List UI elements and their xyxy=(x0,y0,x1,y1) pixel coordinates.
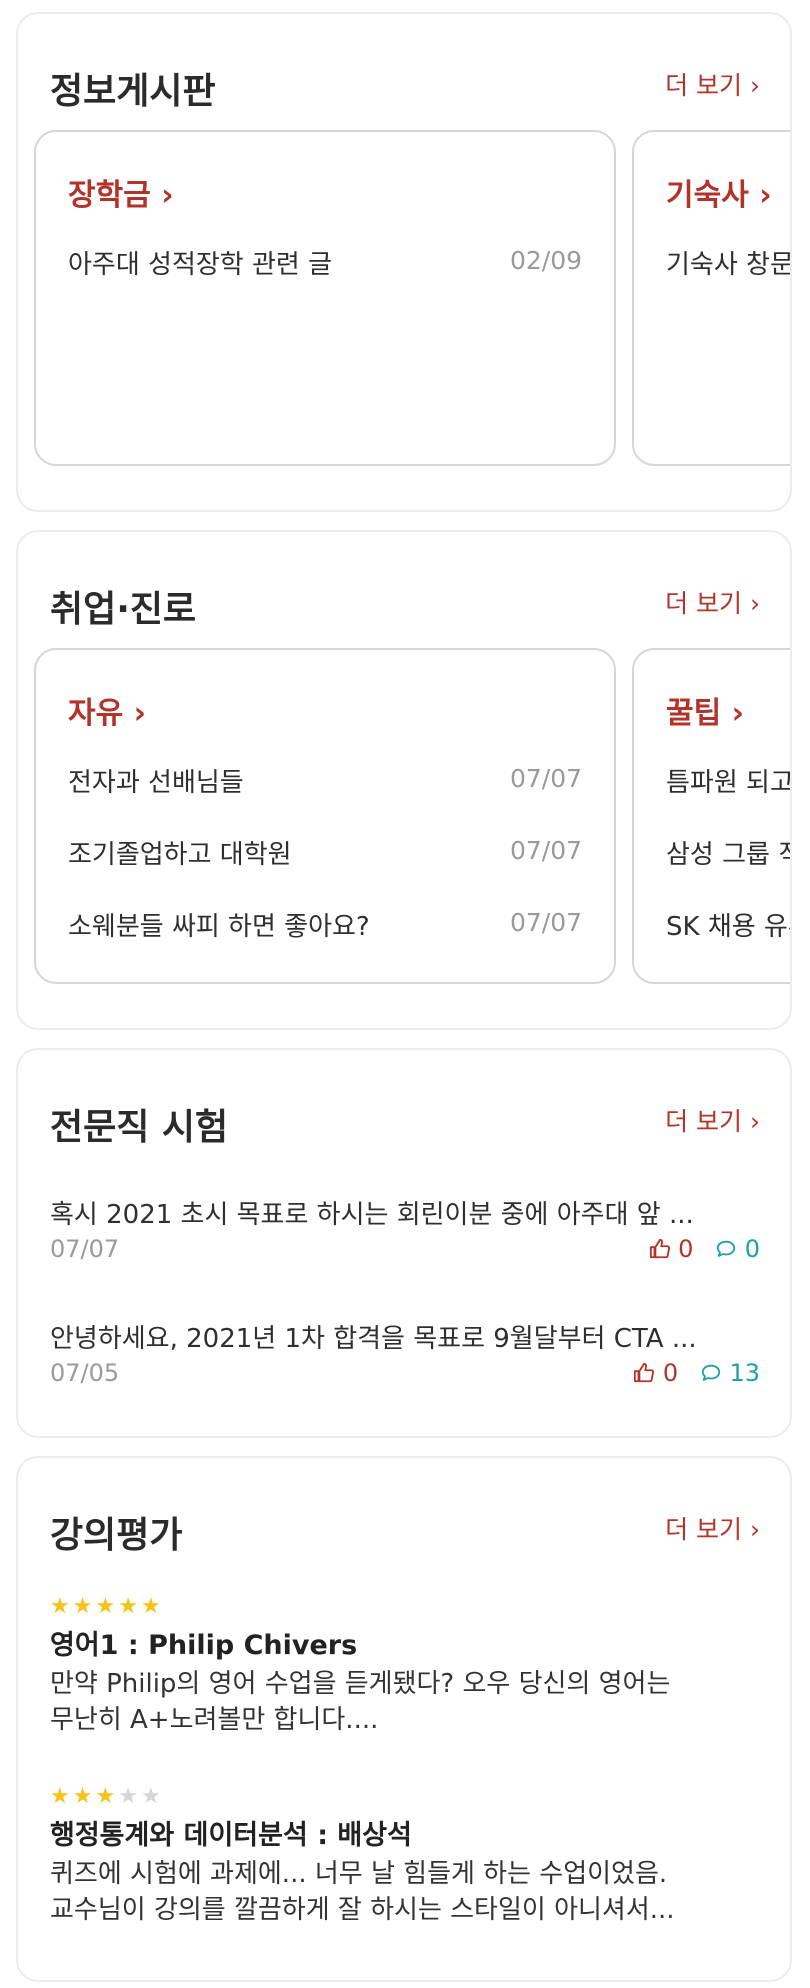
review-line: 퀴즈에 시험에 과제에... 너무 날 힘들게 하는 수업이었음. xyxy=(50,1859,668,1889)
star-icon: ★ xyxy=(50,1784,73,1809)
star-icon: ★ xyxy=(118,1784,141,1809)
professional-exam-section: 전문직 시험 더 보기 › 혹시 2021 초시 목표로 하시는 회린이분 중에… xyxy=(16,1048,792,1438)
review-body: 퀴즈에 시험에 과제에... 너무 날 힘들게 하는 수업이었음. 교수님이 강… xyxy=(50,1856,760,1928)
star-rating: ★★★★★ xyxy=(50,1594,760,1619)
post-date: 07/07 xyxy=(509,908,582,937)
thumbs-up-icon xyxy=(634,1362,655,1383)
star-icon: ★ xyxy=(72,1594,96,1619)
star-icon: ★ xyxy=(95,1784,119,1809)
card-title-dormitory[interactable]: 기숙사 › xyxy=(666,170,772,214)
comment-count-value: 0 xyxy=(744,1235,760,1263)
comment-icon xyxy=(716,1240,736,1257)
post-title: 조기졸업하고 대학원 xyxy=(68,840,292,870)
comment-icon xyxy=(701,1364,720,1381)
list-item[interactable]: 안녕하세요, 2021년 1차 합격을 목표로 9월달부터 CTA ... 07… xyxy=(50,1318,760,1393)
post-title: 아주대 성적장학 관련 글 xyxy=(68,250,332,280)
post-title: 안녕하세요, 2021년 1차 합격을 목표로 9월달부터 CTA ... xyxy=(50,1324,697,1354)
comment-count-value: 13 xyxy=(729,1359,760,1387)
career-section: 취업·진로 더 보기 › 자유 › 전자과 선배님들 07/07 조기졸업하고 … xyxy=(16,530,792,1030)
like-count-value: 0 xyxy=(662,1359,679,1387)
review-title: 영어1 : Philip Chivers xyxy=(50,1630,358,1661)
post-meta: 07/07 0 0 xyxy=(50,1235,760,1269)
card-title-tips[interactable]: 꿀팁 › xyxy=(666,688,744,732)
list-item[interactable]: 전자과 선배님들 07/07 xyxy=(68,762,582,802)
board-card-scholarship[interactable]: 장학금 › 아주대 성적장학 관련 글 02/09 xyxy=(34,130,616,466)
comment-count: 0 xyxy=(715,1235,760,1263)
review-body: 만약 Philip의 영어 수업을 듣게됐다? 오우 당신의 영어는 무난히 A… xyxy=(50,1666,760,1738)
post-title: 소웨분들 싸피 하면 좋아요? xyxy=(68,912,370,942)
section-title: 취업·진로 xyxy=(50,589,197,630)
more-button[interactable]: 더 보기 › xyxy=(665,66,760,102)
more-button[interactable]: 더 보기 › xyxy=(665,1102,760,1138)
post-title: 전자과 선배님들 xyxy=(68,768,244,798)
section-title: 정보게시판 xyxy=(50,71,216,112)
star-icon: ★ xyxy=(118,1594,141,1619)
more-button[interactable]: 더 보기 › xyxy=(665,584,760,620)
board-card-free[interactable]: 자유 › 전자과 선배님들 07/07 조기졸업하고 대학원 07/07 소웨분… xyxy=(34,648,616,984)
post-title: 삼성 그룹 직 xyxy=(666,840,792,870)
post-meta: 07/05 0 13 xyxy=(50,1359,760,1393)
review-item[interactable]: ★★★★★ 행정통계와 데이터분석 : 배상석 퀴즈에 시험에 과제에... 너… xyxy=(50,1784,760,1928)
post-title: 기숙사 창문 xyxy=(666,250,792,280)
star-rating: ★★★★★ xyxy=(50,1784,760,1809)
review-title: 행정통계와 데이터분석 : 배상석 xyxy=(50,1820,412,1851)
like-count: 0 xyxy=(649,1235,702,1263)
star-icon: ★ xyxy=(50,1594,73,1619)
post-date: 07/07 xyxy=(509,836,582,865)
list-item[interactable]: 기숙사 창문 xyxy=(666,244,792,284)
star-icon: ★ xyxy=(95,1594,119,1619)
list-item[interactable]: 혹시 2021 초시 목표로 하시는 회린이분 중에 아주대 앞 ... 07/… xyxy=(50,1194,760,1269)
card-title-free[interactable]: 자유 › xyxy=(68,688,146,732)
post-stats: 0 13 xyxy=(633,1359,760,1387)
review-line: 무난히 A+노려볼만 합니다.... xyxy=(50,1705,379,1735)
more-button[interactable]: 더 보기 › xyxy=(665,1510,760,1546)
like-count: 0 xyxy=(633,1359,686,1387)
list-item[interactable]: 아주대 성적장학 관련 글 02/09 xyxy=(68,244,582,284)
section-title: 전문직 시험 xyxy=(50,1107,229,1148)
list-item[interactable]: 삼성 그룹 직 xyxy=(666,834,792,874)
comment-count: 13 xyxy=(700,1359,760,1387)
card-title-scholarship[interactable]: 장학금 › xyxy=(68,170,174,214)
lecture-review-section: 강의평가 더 보기 › ★★★★★ 영어1 : Philip Chivers 만… xyxy=(16,1456,792,1982)
post-title: 틈파원 되고 xyxy=(666,768,792,798)
info-board-section: 정보게시판 더 보기 › 장학금 › 아주대 성적장학 관련 글 02/09 기… xyxy=(16,12,792,512)
review-line: 교수님이 강의를 깔끔하게 잘 하시는 스타일이 아니셔서... xyxy=(50,1895,675,1925)
review-item[interactable]: ★★★★★ 영어1 : Philip Chivers 만약 Philip의 영어… xyxy=(50,1594,760,1738)
list-item[interactable]: SK 채용 유튜 xyxy=(666,906,790,946)
star-icon: ★ xyxy=(140,1594,164,1619)
section-title: 강의평가 xyxy=(50,1515,183,1556)
review-line: 만약 Philip의 영어 수업을 듣게됐다? 오우 당신의 영어는 xyxy=(50,1669,671,1699)
star-icon: ★ xyxy=(72,1784,96,1809)
star-icon: ★ xyxy=(140,1784,164,1809)
like-count-value: 0 xyxy=(678,1235,694,1263)
post-date: 07/07 xyxy=(50,1235,120,1263)
post-title: 혹시 2021 초시 목표로 하시는 회린이분 중에 아주대 앞 ... xyxy=(50,1200,694,1230)
post-date: 07/07 xyxy=(509,764,582,793)
list-item[interactable]: 조기졸업하고 대학원 07/07 xyxy=(68,834,582,874)
post-title: SK 채용 유튜 xyxy=(666,912,790,942)
post-date: 02/09 xyxy=(509,246,582,275)
board-card-tips[interactable]: 꿀팁 › 틈파원 되고 삼성 그룹 직 SK 채용 유튜 xyxy=(632,648,792,984)
list-item[interactable]: 소웨분들 싸피 하면 좋아요? 07/07 xyxy=(68,906,582,946)
board-card-dormitory[interactable]: 기숙사 › 기숙사 창문 xyxy=(632,130,792,466)
post-stats: 0 0 xyxy=(649,1235,760,1263)
post-date: 07/05 xyxy=(50,1359,120,1387)
list-item[interactable]: 틈파원 되고 xyxy=(666,762,792,802)
thumbs-up-icon xyxy=(649,1238,670,1259)
